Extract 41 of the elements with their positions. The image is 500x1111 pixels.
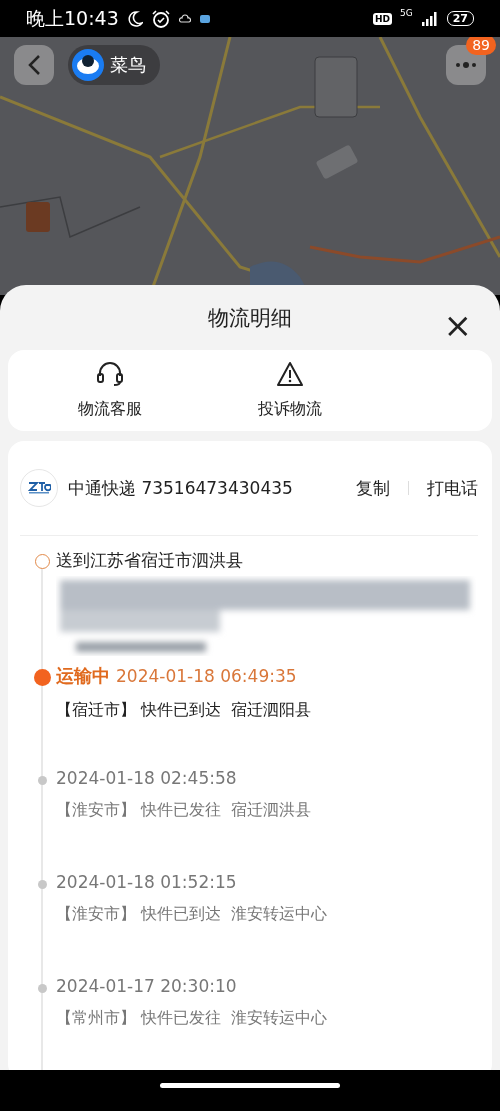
event-detail: 【淮安市】 快件已到达 淮安转运中心 [56, 904, 328, 925]
copy-link[interactable]: 复制 [356, 476, 390, 500]
back-icon [27, 54, 41, 76]
timeline-dot [38, 880, 47, 889]
more-icon [455, 62, 477, 68]
network-label: 5G [400, 8, 413, 18]
hd-label: HD [372, 12, 392, 25]
app-pill[interactable]: 菜鸟 [68, 45, 160, 85]
headset-icon [95, 361, 125, 388]
destination-circle [35, 554, 50, 569]
event-time: 2024-01-18 01:52:15 [56, 872, 237, 892]
sheet-title: 物流明细 [208, 304, 292, 332]
battery-level: 27 [446, 11, 474, 26]
close-button[interactable]: × [437, 305, 478, 345]
destination-address: 送到江苏省宿迁市泗洪县 [56, 550, 244, 572]
current-status-dot [34, 669, 51, 686]
event-time: 2024-01-18 02:45:58 [56, 768, 237, 788]
clock-time: 晚上10:43 [26, 5, 119, 31]
event-detail: 【宿迁市】 快件已到达 宿迁泗阳县 [56, 700, 312, 721]
back-button[interactable] [14, 45, 54, 85]
carrier-icon [27, 481, 51, 495]
notification-badge: 89 [466, 37, 496, 55]
cloud-icon [178, 13, 191, 24]
moon-icon [126, 9, 143, 28]
event-detail: 【常州市】 快件已发往 淮安转运中心 [56, 1008, 328, 1029]
event-detail: 【淮安市】 快件已发往 宿迁泗洪县 [56, 800, 312, 821]
warning-icon [276, 361, 304, 388]
event-time: 2024-01-18 06:49:35 [116, 666, 297, 686]
signal-icon [420, 11, 439, 26]
event-time: 2024-01-17 20:30:10 [56, 976, 237, 996]
tracking-number: 中通快递 73516473430435 [68, 476, 294, 500]
status-label: 运输中 [56, 665, 110, 686]
app-name: 菜鸟 [110, 53, 146, 77]
timeline-dot [38, 776, 47, 785]
customer-service-button[interactable]: 物流客服 [20, 361, 200, 421]
timeline-dot [38, 984, 47, 993]
bird-logo-icon [72, 49, 104, 81]
call-link[interactable]: 打电话 [427, 476, 478, 500]
app-icon [198, 13, 211, 24]
alarm-icon [150, 8, 171, 29]
complaint-button[interactable]: 投诉物流 [200, 361, 380, 421]
